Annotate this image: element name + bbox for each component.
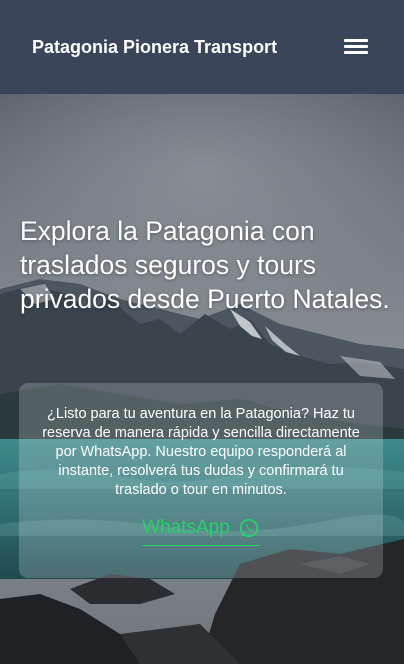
hero-background-image — [0, 94, 404, 664]
whatsapp-button-label: WhatsApp — [142, 517, 230, 538]
site-header: Patagonia Pionera Transport — [0, 0, 404, 94]
menu-bar — [344, 39, 368, 42]
hero-headline: Explora la Patagonia con traslados segur… — [20, 216, 390, 314]
whatsapp-button[interactable]: WhatsApp — [142, 517, 260, 546]
brand-title[interactable]: Patagonia Pionera Transport — [32, 37, 277, 58]
booking-card: ¿Listo para tu aventura en la Patagonia?… — [19, 383, 383, 578]
booking-card-text: ¿Listo para tu aventura en la Patagonia?… — [42, 406, 360, 498]
whatsapp-icon — [239, 518, 258, 538]
hamburger-menu-icon[interactable] — [344, 38, 368, 56]
menu-bar — [344, 51, 368, 54]
menu-bar — [344, 45, 368, 48]
hero-section: Explora la Patagonia con traslados segur… — [0, 94, 404, 664]
